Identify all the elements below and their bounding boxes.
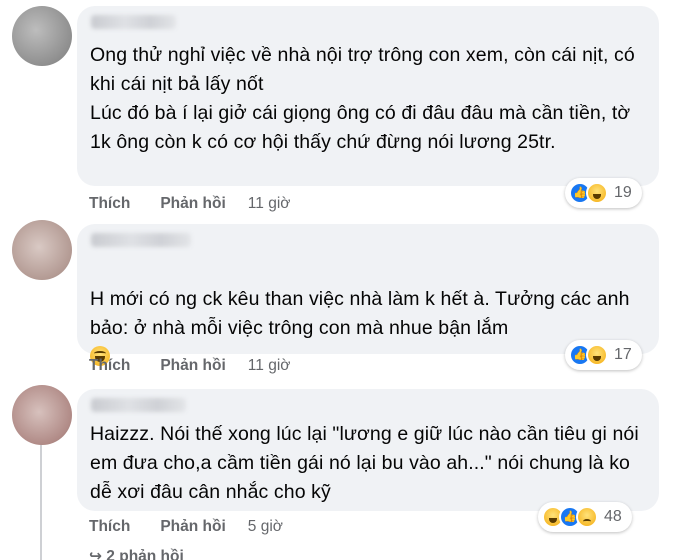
commenter-name-blurred[interactable] xyxy=(91,233,191,247)
reply-arrow-icon: ↪ xyxy=(89,548,107,560)
comment-text: Haizzz. Nói thế xong lúc lại "lương e gi… xyxy=(90,423,639,503)
reaction-count: 48 xyxy=(604,508,622,525)
comment-bubble: Haizzz. Nói thế xong lúc lại "lương e gi… xyxy=(77,389,659,511)
commenter-avatar[interactable] xyxy=(12,6,72,66)
reaction-count: 17 xyxy=(614,346,632,363)
reaction-summary[interactable]: 19 xyxy=(565,178,642,208)
comment-text: Ong thử nghỉ việc về nhà nội trợ trông c… xyxy=(90,44,635,153)
reply-link[interactable]: Phản hồi xyxy=(160,357,225,375)
commenter-avatar[interactable] xyxy=(12,385,72,445)
comment-text-content: H mới có ng ck kêu than việc nhà làm k h… xyxy=(90,288,630,339)
reply-link[interactable]: Phản hồi xyxy=(160,518,225,536)
reply-link[interactable]: Phản hồi xyxy=(160,195,225,213)
haha-reaction-icon xyxy=(586,182,608,204)
comment-actions: Thích Phản hồi 11 giờ xyxy=(89,195,290,213)
comment-actions: Thích Phản hồi 11 giờ xyxy=(89,357,290,375)
commenter-name-blurred[interactable] xyxy=(91,398,186,412)
like-link[interactable]: Thích xyxy=(89,195,130,213)
reaction-summary[interactable]: 48 xyxy=(538,502,632,532)
reaction-summary[interactable]: 17 xyxy=(565,340,642,370)
commenter-name-blurred[interactable] xyxy=(91,15,176,29)
comment-bubble: Ong thử nghỉ việc về nhà nội trợ trông c… xyxy=(77,6,659,186)
comment-timestamp[interactable]: 5 giờ xyxy=(248,518,283,536)
more-replies-label: 2 phản hồi xyxy=(106,548,184,560)
commenter-avatar[interactable] xyxy=(12,220,72,280)
haha-reaction-icon xyxy=(586,344,608,366)
like-link[interactable]: Thích xyxy=(89,518,130,536)
reaction-count: 19 xyxy=(614,184,632,201)
comment-timestamp[interactable]: 11 giờ xyxy=(248,357,291,375)
sad-reaction-icon xyxy=(576,506,598,528)
comment-bubble: H mới có ng ck kêu than việc nhà làm k h… xyxy=(77,224,659,453)
comment-timestamp[interactable]: 11 giờ xyxy=(248,195,291,213)
view-more-replies-link[interactable]: ↪ 2 phản hồi xyxy=(89,547,184,560)
comment-actions: Thích Phản hồi 5 giờ xyxy=(89,518,283,536)
like-link[interactable]: Thích xyxy=(89,357,130,375)
